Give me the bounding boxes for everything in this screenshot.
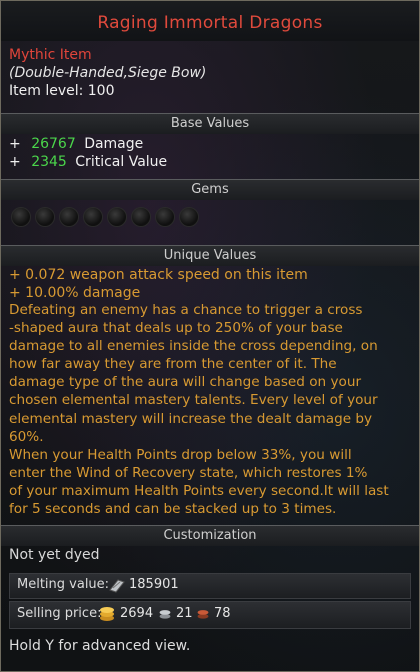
empty-gem-slot xyxy=(83,207,103,227)
empty-gem-slot xyxy=(155,207,175,227)
stat-prefix: + xyxy=(9,136,21,152)
unique-attack-speed: + 0.072 weapon attack speed on this item xyxy=(9,267,308,283)
empty-gem-slot xyxy=(131,207,151,227)
copper-coin-icon xyxy=(197,610,209,619)
unique-damage: + 10.00% damage xyxy=(9,285,141,301)
item-tooltip: Raging Immortal Dragons Mythic Item (Dou… xyxy=(0,0,420,672)
item-type: (Double-Handed,Siege Bow) xyxy=(9,65,207,81)
customization-header: Customization xyxy=(1,525,419,546)
empty-gem-slot xyxy=(11,207,31,227)
unique-description: Defeating an enemy has a chance to trigg… xyxy=(9,302,389,518)
base-values-header: Base Values xyxy=(1,113,419,134)
title-bar: Raging Immortal Dragons xyxy=(1,1,419,41)
copper-amount: 78 xyxy=(214,606,231,621)
item-name: Raging Immortal Dragons xyxy=(97,13,323,33)
empty-gem-slot xyxy=(179,207,199,227)
stat-label: Critical Value xyxy=(75,154,168,170)
empty-gem-slot xyxy=(107,207,127,227)
stat-value: 2345 xyxy=(31,154,67,170)
stat-damage: + 26767 Damage xyxy=(9,136,143,152)
melting-icon xyxy=(109,579,125,593)
melting-panel: Melting value: 185901 xyxy=(9,573,411,599)
melting-value: 185901 xyxy=(129,577,179,592)
empty-gem-slot xyxy=(59,207,79,227)
selling-label: Selling price: xyxy=(17,606,102,621)
gold-amount: 2694 xyxy=(120,606,154,621)
gold-coin-icon xyxy=(100,607,114,621)
unique-values-header: Unique Values xyxy=(1,245,419,266)
empty-gem-slot xyxy=(35,207,55,227)
advanced-view-hint: Hold Y for advanced view. xyxy=(9,638,191,654)
dye-status: Not yet dyed xyxy=(9,547,100,563)
stat-prefix: + xyxy=(9,154,21,170)
selling-panel: Selling price: 2694 21 78 xyxy=(9,601,411,629)
gems-header: Gems xyxy=(1,179,419,200)
melting-label: Melting value: xyxy=(17,577,110,592)
item-rarity: Mythic Item xyxy=(9,47,92,63)
item-level: Item level: 100 xyxy=(9,83,115,99)
stat-critical-value: + 2345 Critical Value xyxy=(9,154,167,170)
stat-value: 26767 xyxy=(31,136,76,152)
silver-coin-icon xyxy=(159,610,171,619)
stat-label: Damage xyxy=(84,136,144,152)
silver-amount: 21 xyxy=(176,606,193,621)
